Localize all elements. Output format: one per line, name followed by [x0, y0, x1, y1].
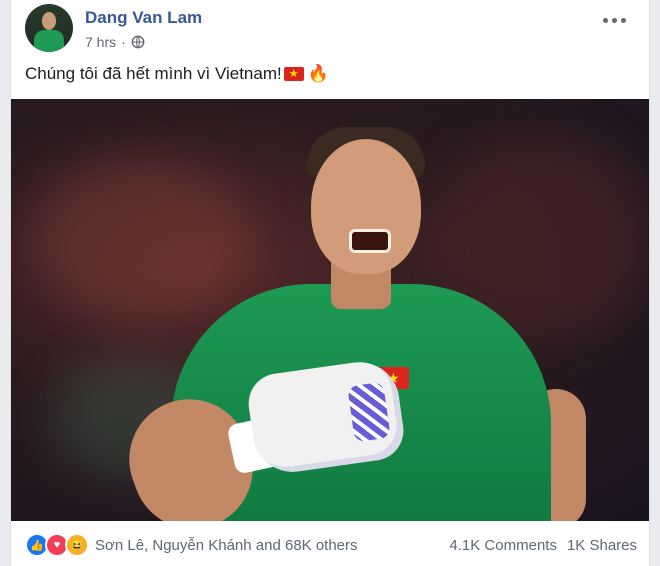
post-caption: Chúng tôi đã hết mình vì Vietnam! 🔥 — [25, 64, 329, 84]
player-head — [311, 139, 421, 274]
post-photo[interactable] — [11, 99, 649, 521]
author-name[interactable]: Dang Van Lam — [85, 8, 202, 28]
shares-count[interactable]: 1K Shares — [567, 537, 637, 554]
avatar-shirt — [34, 30, 64, 52]
engagement-counts: 4.1K Comments 1K Shares — [449, 537, 637, 554]
post-meta: 7 hrs · — [85, 34, 145, 50]
globe-icon[interactable] — [131, 35, 145, 49]
comments-count[interactable]: 4.1K Comments — [449, 537, 557, 554]
more-dot — [621, 17, 626, 23]
background-blur — [31, 159, 251, 319]
fire-icon: 🔥 — [307, 64, 329, 83]
meta-separator: · — [121, 34, 126, 50]
caption-text: Chúng tôi đã hết mình vì Vietnam! — [25, 64, 282, 83]
reaction-icons[interactable]: 👍 ♥ 😆 — [25, 533, 89, 557]
avatar[interactable] — [25, 4, 73, 52]
vietnam-flag-icon — [283, 67, 304, 81]
avatar-face — [42, 12, 56, 30]
post-card: Dang Van Lam 7 hrs · Chúng tôi đã hết mì… — [10, 0, 650, 566]
more-dot — [603, 17, 608, 23]
reaction-names[interactable]: Sơn Lê, Nguyễn Khánh and 68K others — [95, 537, 358, 554]
player-mouth — [349, 229, 391, 253]
glove-pattern — [347, 381, 391, 443]
more-dot — [612, 17, 617, 23]
haha-icon: 😆 — [65, 533, 89, 557]
more-options-icon[interactable] — [603, 12, 631, 28]
post-footer: 👍 ♥ 😆 Sơn Lê, Nguyễn Khánh and 68K other… — [25, 528, 637, 562]
post-header: Dang Van Lam 7 hrs · — [25, 4, 635, 54]
post-time[interactable]: 7 hrs — [85, 34, 116, 50]
